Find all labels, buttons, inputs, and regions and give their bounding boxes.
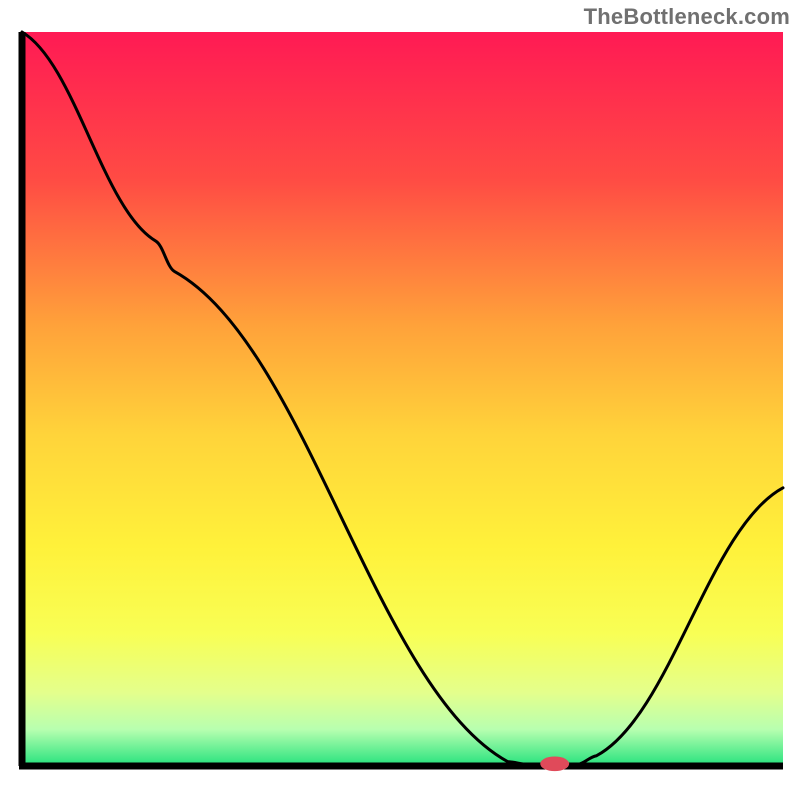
bottleneck-chart <box>0 0 800 800</box>
chart-frame: TheBottleneck.com <box>0 0 800 800</box>
optimal-point-marker <box>540 756 569 771</box>
plot-background <box>22 32 783 766</box>
